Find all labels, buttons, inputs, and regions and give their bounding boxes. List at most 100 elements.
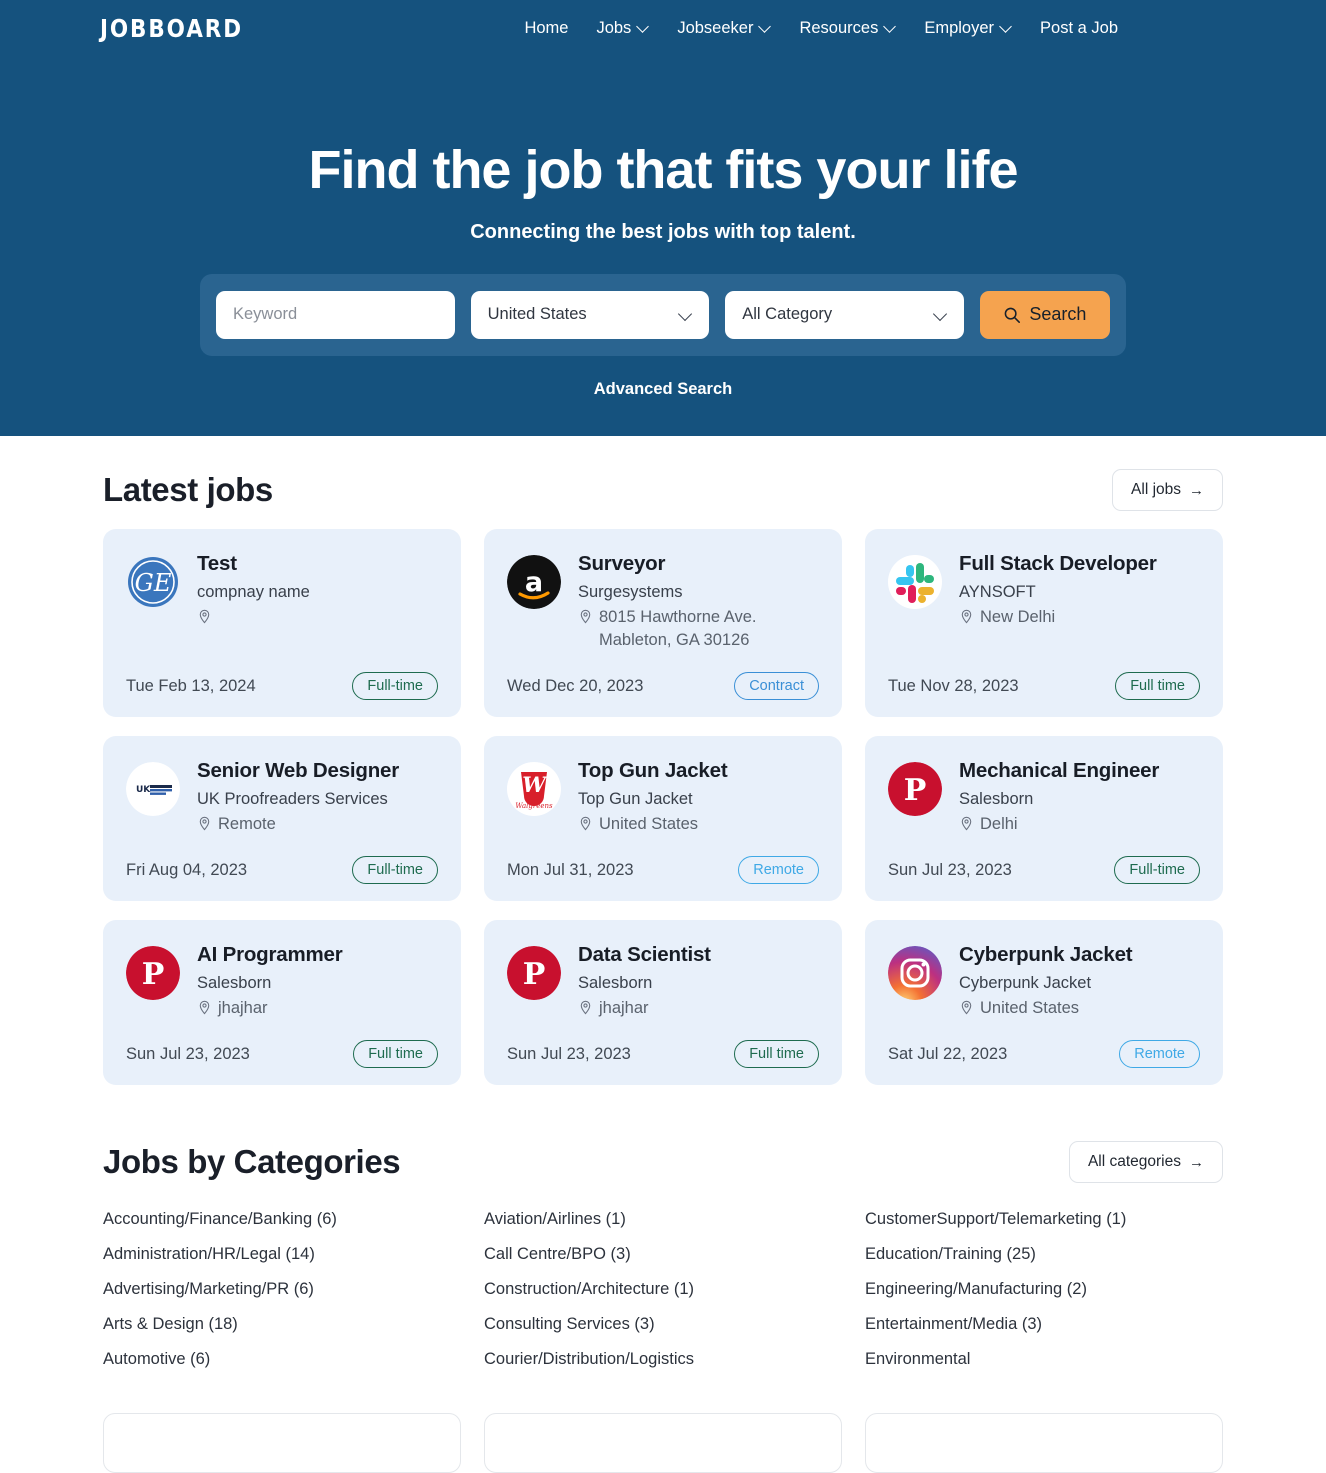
- advanced-search-link[interactable]: Advanced Search: [0, 380, 1326, 399]
- category-link[interactable]: Education/Training (25): [865, 1237, 1223, 1272]
- job-location-text: Delhi: [980, 814, 1018, 833]
- all-categories-label: All categories: [1087, 1153, 1181, 1171]
- job-type-badge: Full time: [353, 1040, 438, 1069]
- search-button[interactable]: Search: [979, 290, 1110, 339]
- ge-logo: GE: [126, 555, 180, 609]
- job-card-top: W Walgreens Top Gun Jacket Top Gun Jacket Un…: [507, 758, 819, 836]
- job-location-text: Remote: [218, 814, 276, 833]
- job-card-bottom: Sun Jul 23, 2023 Full time: [507, 1020, 819, 1069]
- nav-item-employer[interactable]: Employer: [924, 19, 1012, 38]
- location-pin-icon: [961, 816, 972, 831]
- pinterest-logo: P: [888, 762, 942, 817]
- job-title[interactable]: Surveyor: [578, 551, 819, 577]
- job-location-text: jhajhar: [599, 998, 649, 1017]
- nav-label: Resources: [799, 18, 879, 37]
- job-card-top: P Data Scientist Salesborn jhajhar: [507, 942, 819, 1020]
- job-date: Wed Dec 20, 2023: [507, 676, 644, 695]
- site-logo[interactable]: JOBBOARD: [100, 14, 243, 43]
- job-date: Tue Feb 13, 2024: [126, 676, 256, 695]
- all-jobs-label: All jobs: [1131, 481, 1181, 498]
- bottom-cards-strip: [103, 1413, 1223, 1473]
- job-title[interactable]: Senior Web Designer: [197, 758, 438, 784]
- job-card[interactable]: a Surveyor Surgesystems 8015 Hawthorne Ave.…: [484, 529, 842, 718]
- job-location: United States: [578, 813, 819, 836]
- ukproofreaders-logo: UK: [126, 762, 180, 817]
- category-column: CustomerSupport/Telemarketing (1) Educati…: [865, 1202, 1223, 1377]
- job-type-badge: Remote: [1119, 1040, 1200, 1069]
- amazon-logo: a: [507, 555, 561, 609]
- location-pin-icon: [199, 816, 210, 831]
- job-card[interactable]: P Mechanical Engineer Salesborn Delhi Sun Ju…: [865, 736, 1223, 902]
- job-cards-grid: GE Test compnay name Tue Feb 13, 2024 Full-t…: [103, 529, 1223, 1086]
- job-title[interactable]: AI Programmer: [197, 942, 438, 968]
- job-type-badge: Full-time: [1114, 856, 1200, 885]
- job-title[interactable]: Mechanical Engineer: [959, 758, 1200, 784]
- search-input[interactable]: Keyword: [216, 290, 455, 339]
- job-type-badge: Full-time: [352, 856, 438, 885]
- job-location: Remote: [197, 813, 438, 836]
- job-card[interactable]: W Walgreens Top Gun Jacket Top Gun Jacket Un…: [484, 736, 842, 902]
- category-link[interactable]: Accounting/Finance/Banking (6): [103, 1202, 461, 1237]
- category-link[interactable]: Call Centre/BPO (3): [484, 1237, 842, 1272]
- job-card[interactable]: GE Test compnay name Tue Feb 13, 2024 Full-t…: [103, 529, 461, 718]
- category-link[interactable]: Automotive (6): [103, 1342, 461, 1377]
- job-card[interactable]: P Data Scientist Salesborn jhajhar Sun Jul 2…: [484, 920, 842, 1086]
- category-link[interactable]: Entertainment/Media (3): [865, 1307, 1223, 1342]
- bottom-card[interactable]: [103, 1413, 461, 1473]
- job-card[interactable]: P AI Programmer Salesborn jhajhar Sun Jul 23…: [103, 920, 461, 1086]
- job-location-text: jhajhar: [218, 998, 268, 1017]
- job-location-text: 8015 Hawthorne Ave. Mableton, GA 30126: [599, 607, 757, 649]
- nav-item-jobseeker[interactable]: Jobseeker: [677, 19, 771, 38]
- bottom-card[interactable]: [484, 1413, 842, 1473]
- category-select-value: All Category: [742, 305, 833, 324]
- category-link[interactable]: Environmental: [865, 1342, 1223, 1377]
- job-title[interactable]: Top Gun Jacket: [578, 758, 819, 784]
- location-pin-icon: [961, 609, 972, 624]
- category-column: Accounting/Finance/Banking (6) Administra…: [103, 1202, 461, 1377]
- job-title[interactable]: Cyberpunk Jacket: [959, 942, 1200, 968]
- category-column: Aviation/Airlines (1) Call Centre/BPO (3)…: [484, 1202, 842, 1377]
- nav-item-jobs[interactable]: Jobs: [596, 19, 649, 38]
- category-link[interactable]: CustomerSupport/Telemarketing (1): [865, 1202, 1223, 1237]
- job-search-bar: Keyword United States All Category Searc…: [200, 273, 1126, 356]
- job-card[interactable]: Cyberpunk Jacket Cyberpunk Jacket United S…: [865, 920, 1223, 1086]
- job-company: compnay name: [197, 582, 310, 601]
- category-link[interactable]: Engineering/Manufacturing (2): [865, 1272, 1223, 1307]
- category-link[interactable]: Advertising/Marketing/PR (6): [103, 1272, 461, 1307]
- category-select[interactable]: All Category: [725, 290, 964, 339]
- category-link[interactable]: Administration/HR/Legal (14): [103, 1237, 461, 1272]
- job-title[interactable]: Data Scientist: [578, 942, 819, 968]
- job-company: UK Proofreaders Services: [197, 789, 388, 808]
- location-pin-icon: [580, 609, 591, 624]
- job-date: Sun Jul 23, 2023: [507, 1044, 631, 1063]
- job-location: jhajhar: [578, 997, 819, 1020]
- job-card-info: Cyberpunk Jacket Cyberpunk Jacket United S…: [959, 942, 1200, 1020]
- job-title[interactable]: Full Stack Developer: [959, 551, 1200, 577]
- category-link[interactable]: Arts & Design (18): [103, 1307, 461, 1342]
- nav-item-home[interactable]: Home: [524, 19, 568, 38]
- nav-item-post-a-job[interactable]: Post a Job: [1040, 19, 1118, 38]
- nav-item-resources[interactable]: Resources: [799, 19, 896, 38]
- job-location-text: New Delhi: [980, 607, 1056, 626]
- job-card[interactable]: UK Senior Web Designer UK Proofreaders Ser…: [103, 736, 461, 902]
- nav-label: Employer: [924, 18, 995, 37]
- category-link[interactable]: Aviation/Airlines (1): [484, 1202, 842, 1237]
- job-location-text: United States: [599, 814, 699, 833]
- job-title[interactable]: Test: [197, 551, 438, 577]
- job-card[interactable]: Full Stack Developer AYNSOFT New Delhi Tue …: [865, 529, 1223, 718]
- category-link[interactable]: Courier/Distribution/Logistics: [484, 1342, 842, 1377]
- svg-text:a: a: [525, 567, 543, 598]
- job-date: Sat Jul 22, 2023: [888, 1044, 1008, 1063]
- pinterest-logo: P: [126, 946, 180, 1001]
- job-card-bottom: Tue Feb 13, 2024 Full-time: [126, 652, 438, 701]
- bottom-card[interactable]: [865, 1413, 1223, 1473]
- all-categories-button[interactable]: All categories →: [1068, 1141, 1223, 1184]
- job-type-badge: Contract: [734, 672, 819, 701]
- all-jobs-button[interactable]: All jobs →: [1112, 469, 1223, 511]
- navbar: JOBBOARD Home Jobs Jobseeker Resources E…: [0, 0, 1326, 56]
- location-pin-icon: [199, 609, 210, 624]
- category-link[interactable]: Consulting Services (3): [484, 1307, 842, 1342]
- latest-jobs-header: Latest jobs All jobs →: [103, 436, 1223, 511]
- location-select[interactable]: United States: [470, 290, 710, 339]
- category-link[interactable]: Construction/Architecture (1): [484, 1272, 842, 1307]
